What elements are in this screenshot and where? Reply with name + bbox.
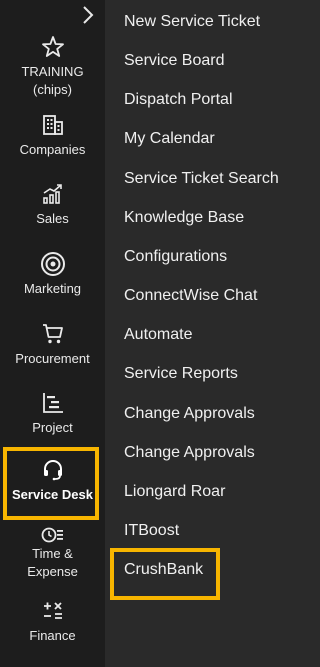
sidebar-item-companies[interactable]: Companies [0,112,105,159]
menu-item-liongard-roar[interactable]: Liongard Roar [124,482,225,502]
sidebar-item-marketing[interactable]: Marketing [0,251,105,298]
sidebar-item-label: Finance [29,628,76,643]
sidebar-nav: TRAINING (chips) Companies Sales Marketi… [0,0,105,667]
menu-item-knowledge-base[interactable]: Knowledge Base [124,208,244,228]
menu-item-service-ticket-search[interactable]: Service Ticket Search [124,169,279,189]
menu-item-configurations[interactable]: Configurations [124,247,227,267]
sidebar-item-label: Procurement [15,351,90,366]
building-icon [40,112,66,138]
expand-chevron-icon[interactable] [78,4,98,26]
menu-item-connectwise-chat[interactable]: ConnectWise Chat [124,286,257,306]
sidebar-item-label: TRAINING (chips) [21,64,84,97]
menu-item-dispatch-portal[interactable]: Dispatch Portal [124,90,233,110]
sidebar-item-label: Project [32,420,73,435]
sales-chart-icon [40,181,66,207]
target-icon [40,251,66,277]
gantt-icon [40,390,66,416]
crushbank-highlight-box [110,548,220,600]
menu-item-my-calendar[interactable]: My Calendar [124,129,215,149]
cart-icon [40,321,66,347]
menu-item-new-service-ticket[interactable]: New Service Ticket [124,12,260,32]
service-desk-highlight-box [3,447,99,520]
menu-item-service-board[interactable]: Service Board [124,51,225,71]
sidebar-item-training[interactable]: TRAINING (chips) [0,34,105,99]
sidebar-item-procurement[interactable]: Procurement [0,321,105,368]
menu-item-itboost[interactable]: ITBoost [124,521,179,541]
sidebar-item-finance[interactable]: Finance [0,598,105,645]
sidebar-item-label: Sales [36,211,69,226]
sidebar-item-sales[interactable]: Sales [0,181,105,228]
menu-item-automate[interactable]: Automate [124,325,192,345]
menu-item-change-approvals[interactable]: Change Approvals [124,443,255,463]
sidebar-item-label: Companies [19,142,86,157]
sidebar-item-label: Time & Expense [27,546,78,579]
sidebar-item-time-expense[interactable]: Time & Expense [0,525,105,581]
menu-item-change-approvals[interactable]: Change Approvals [124,404,255,424]
math-icon [40,598,66,624]
sidebar-item-project[interactable]: Project [0,390,105,437]
clock-list-icon [40,525,66,545]
star-icon [40,34,66,60]
menu-item-service-reports[interactable]: Service Reports [124,364,238,384]
sidebar-item-label: Marketing [23,281,82,296]
